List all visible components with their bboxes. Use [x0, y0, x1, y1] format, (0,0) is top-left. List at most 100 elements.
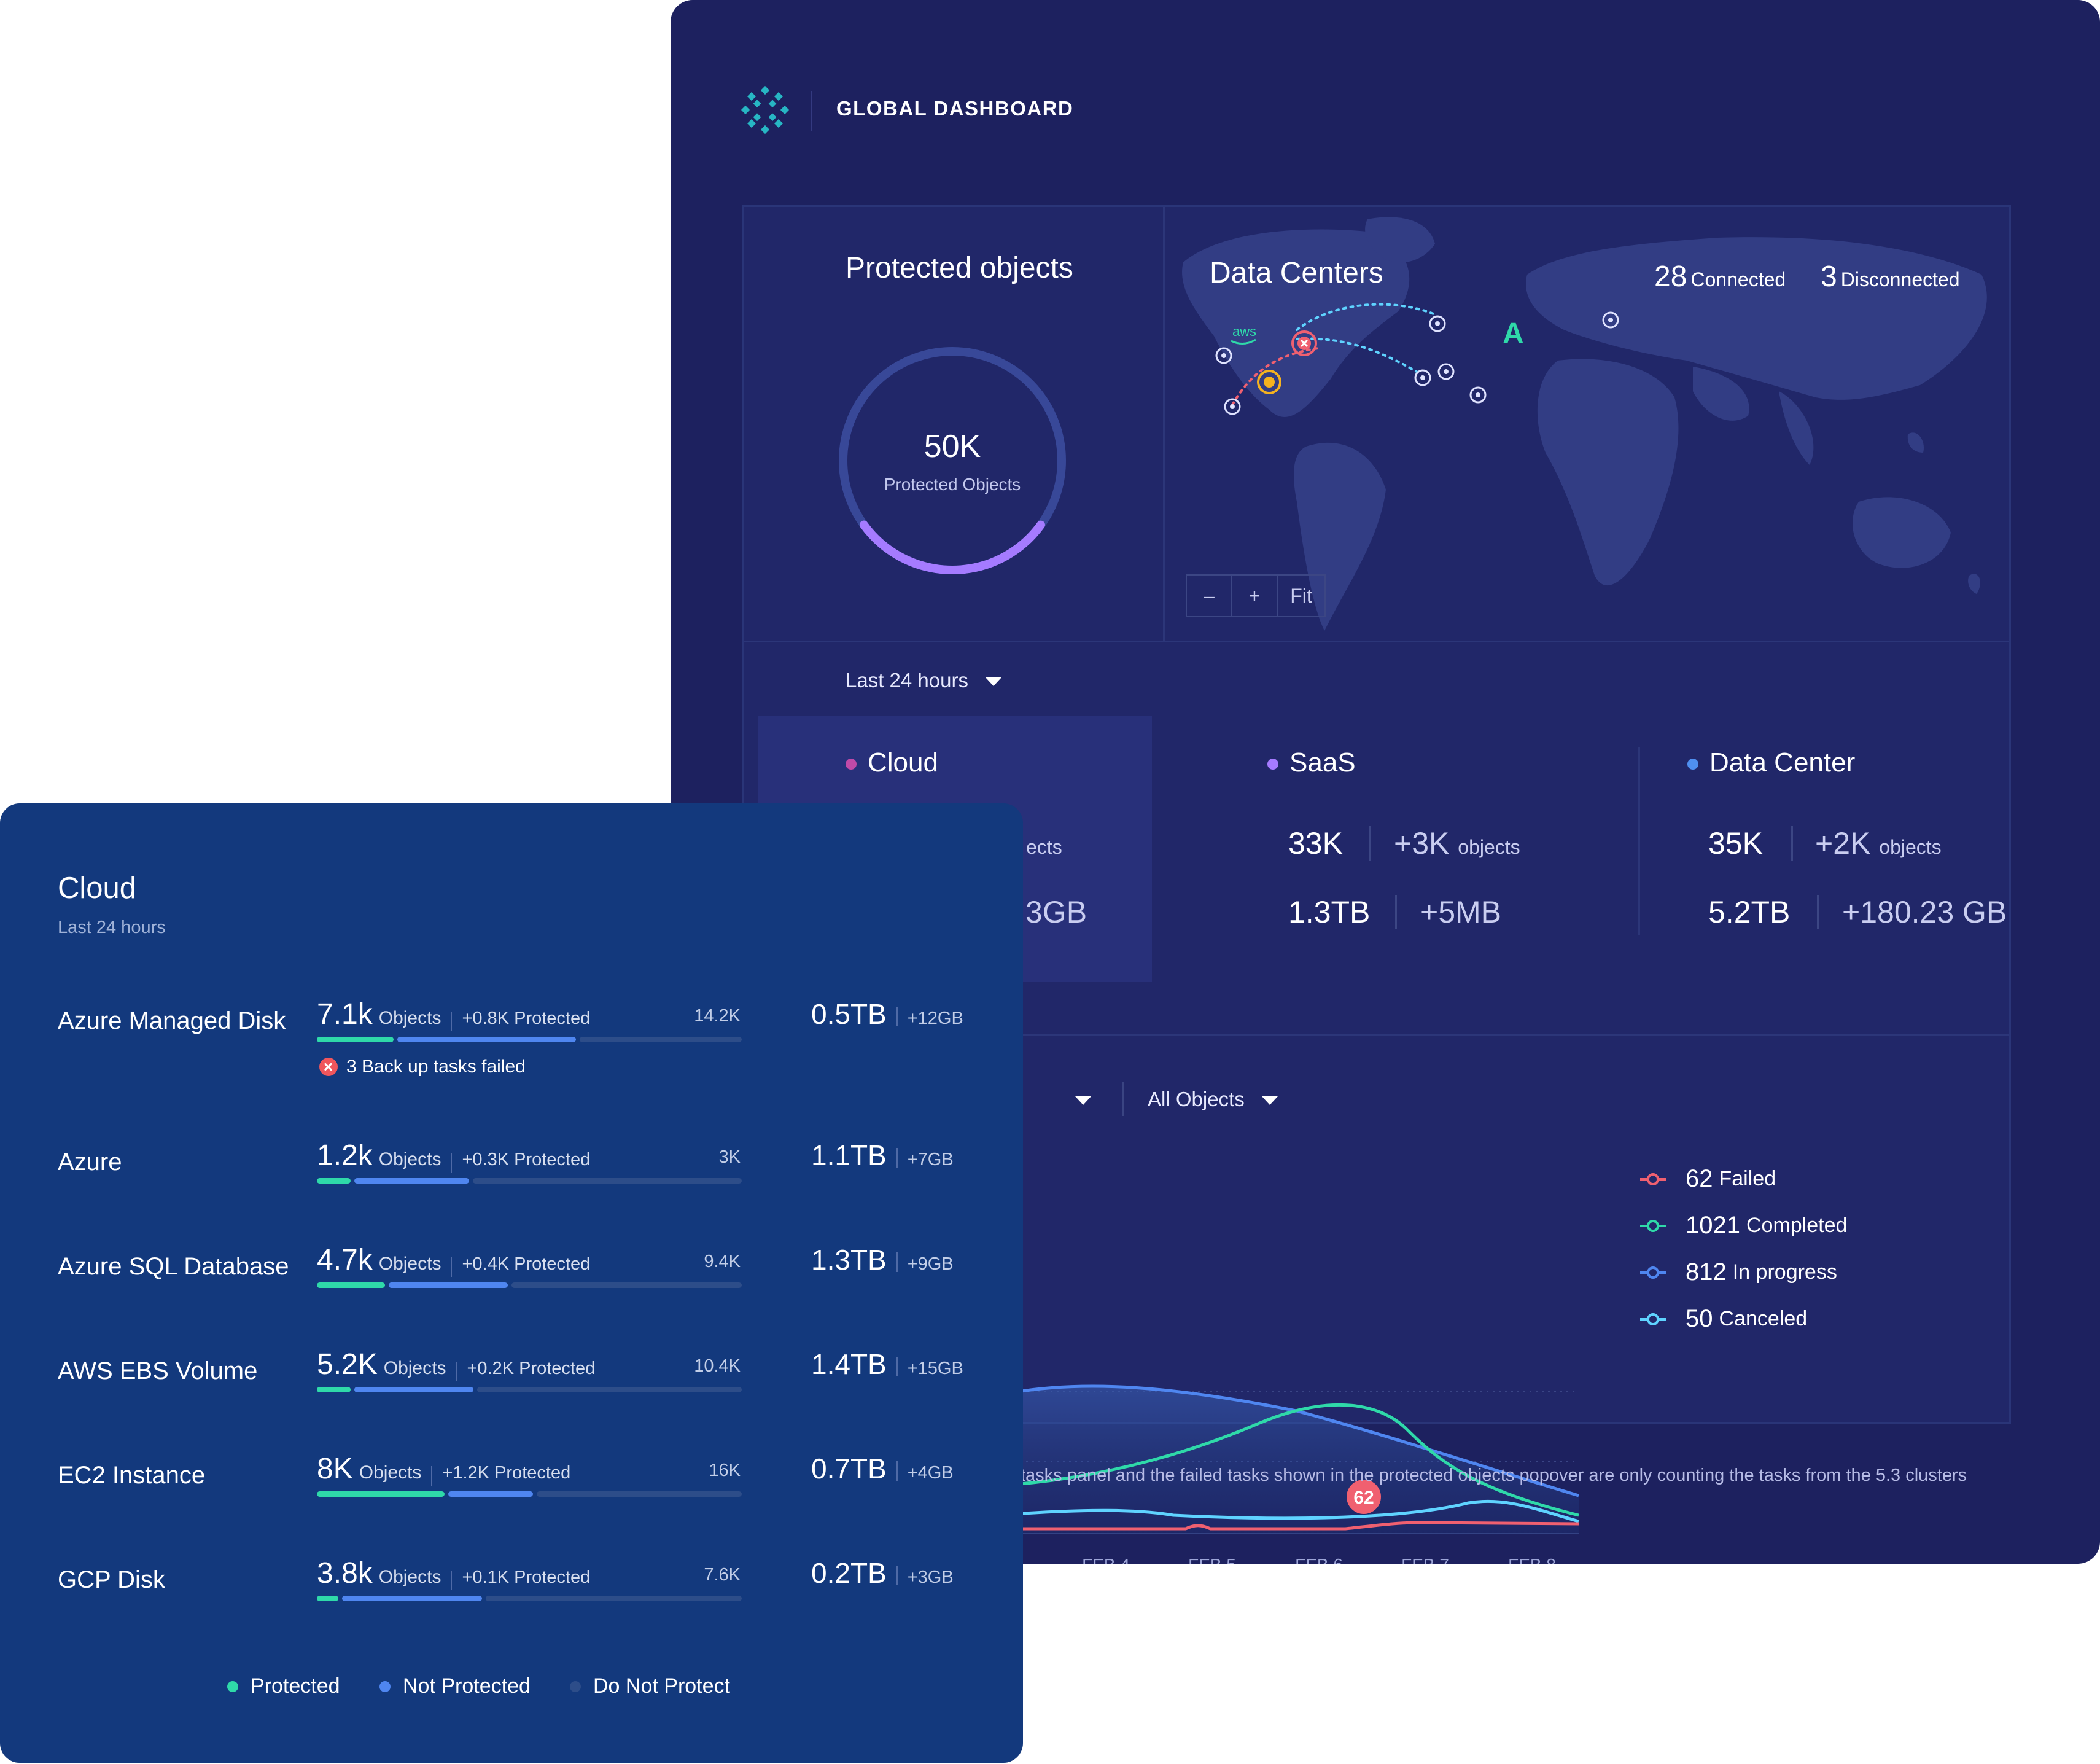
objects-label: Objects: [359, 1462, 422, 1483]
cloud-row[interactable]: AWS EBS Volume 5.2K Objects +0.2K Protected…: [0, 1338, 1023, 1411]
protection-bar: [317, 1178, 742, 1184]
legend-item: Protected: [227, 1674, 340, 1698]
time-filter-dropdown[interactable]: Last 24 hours: [846, 669, 1001, 692]
legend-label: Protected: [251, 1674, 340, 1698]
bar-protected: [317, 1282, 385, 1288]
cloud-row[interactable]: GCP Disk 3.8k Objects +0.1K Protected 7.6K 0.…: [0, 1547, 1023, 1620]
cloud-row[interactable]: Azure SQL Database 4.7k Objects +0.4K Prote…: [0, 1233, 1023, 1307]
saas-size: 1.3TB: [1288, 895, 1371, 929]
saas-count: 33K: [1288, 826, 1343, 861]
objects-max: 16K: [709, 1461, 741, 1480]
datacenter-size-delta: +180.23 GB: [1842, 895, 2007, 929]
legend-label: Failed: [1719, 1167, 1776, 1190]
zoom-fit-button[interactable]: Fit: [1278, 576, 1324, 616]
datacenter-marker[interactable]: [1414, 369, 1431, 386]
divider: [451, 1011, 453, 1031]
row-name: EC2 Instance: [58, 1462, 206, 1489]
objects-count: 5.2K: [317, 1348, 378, 1381]
protected-delta: +0.3K Protected: [462, 1150, 591, 1169]
bar-do-not-protect: [486, 1596, 742, 1601]
cloud-category-label: Cloud: [868, 747, 938, 778]
cloud-row[interactable]: Azure Managed Disk 7.1k Objects +0.8K Prote…: [0, 988, 1023, 1077]
row-objects: 5.2K Objects +0.2K Protected: [317, 1348, 595, 1381]
row-size: 0.5TB +12GB: [811, 997, 963, 1031]
divider: [896, 1356, 898, 1376]
error-message[interactable]: 3 Back up tasks failed: [319, 1056, 526, 1077]
x-tick-label: FEB 7: [1401, 1555, 1449, 1564]
chevron-down-icon: [1261, 1096, 1278, 1106]
chart-filter-dropdown[interactable]: [1075, 1088, 1091, 1111]
error-text: 3 Back up tasks failed: [346, 1056, 526, 1077]
protection-bar: [317, 1596, 742, 1601]
cloud-row[interactable]: Azure 1.2k Objects +0.3K Protected 3K 1.1TB +7…: [0, 1129, 1023, 1203]
size-value: 1.4TB: [811, 1348, 887, 1380]
cloud-panel: Cloud Last 24 hours Azure Managed Disk 7.…: [0, 803, 1023, 1763]
size-value: 0.5TB: [811, 998, 887, 1030]
protected-label: Protected Objects: [884, 475, 1021, 494]
datacenter-marker[interactable]: [1469, 386, 1487, 404]
saas-dot: [1267, 759, 1278, 770]
size-increase: +15GB: [907, 1359, 963, 1378]
row-objects: 7.1k Objects +0.8K Protected: [317, 997, 590, 1031]
objects-count: 3.8k: [317, 1557, 373, 1590]
objects-count: 7.1k: [317, 998, 373, 1031]
saas-size-delta: +5MB: [1420, 895, 1502, 929]
saas-category-title[interactable]: SaaS: [1267, 747, 1356, 778]
objects-filter-dropdown[interactable]: All Objects: [1148, 1088, 1278, 1111]
protected-objects-title: Protected objects: [846, 252, 1073, 284]
objects-count: 4.7k: [317, 1244, 373, 1276]
datacenter-category-title[interactable]: Data Center: [1687, 747, 1855, 778]
chevron-down-icon: [1075, 1096, 1091, 1106]
legend-count: 1021: [1686, 1212, 1740, 1239]
protection-bar: [317, 1037, 742, 1042]
divider: [896, 1006, 898, 1026]
datacenter-size: 5.2TB: [1708, 895, 1791, 929]
zoom-in-button[interactable]: +: [1232, 576, 1278, 616]
bar-protected: [317, 1596, 338, 1601]
row-objects: 8K Objects +1.2K Protected: [317, 1452, 570, 1486]
objects-max: 14.2K: [694, 1006, 741, 1026]
map-zoom-controls: – + Fit: [1186, 574, 1326, 617]
objects-label: Objects: [378, 1008, 441, 1028]
bar-do-not-protect: [477, 1387, 742, 1392]
datacenter-marker[interactable]: [1224, 398, 1241, 415]
cloud-category-title[interactable]: Cloud: [846, 747, 938, 778]
legend-item[interactable]: 812 In progress: [1640, 1259, 1837, 1286]
objects-count: 8K: [317, 1453, 353, 1485]
legend-item[interactable]: 62 Failed: [1640, 1165, 1776, 1193]
x-tick-label: FEB 4: [1082, 1555, 1130, 1564]
protected-delta: +0.8K Protected: [462, 1009, 591, 1028]
bar-protected: [317, 1387, 351, 1392]
cloud-size-delta: 3GB: [1025, 895, 1087, 929]
protected-delta: +0.1K Protected: [462, 1567, 591, 1587]
size-increase: +9GB: [907, 1254, 954, 1274]
azure-icon: A: [1503, 318, 1524, 350]
legend-dot: [379, 1680, 391, 1692]
svg-text:A: A: [1503, 318, 1524, 350]
time-filter-value: Last 24 hours: [846, 669, 968, 692]
x-tick-label: FEB 5: [1188, 1555, 1236, 1564]
stat-divider: [1791, 826, 1793, 861]
row-size: 1.3TB +9GB: [811, 1243, 954, 1276]
legend-count: 812: [1686, 1259, 1727, 1286]
divider: [431, 1465, 433, 1486]
legend-item: Not Protected: [379, 1674, 531, 1698]
bar-do-not-protect: [537, 1491, 742, 1497]
legend-item[interactable]: 1021 Completed: [1640, 1212, 1847, 1239]
svg-text:aws: aws: [1232, 324, 1256, 339]
protected-delta: +1.2K Protected: [442, 1463, 571, 1483]
divider: [896, 1461, 898, 1481]
legend-label: Do Not Protect: [593, 1674, 730, 1698]
protected-delta: +0.2K Protected: [467, 1359, 596, 1378]
filter-divider: [1122, 1082, 1124, 1116]
bar-not-protected: [354, 1387, 473, 1392]
legend-count: 50: [1686, 1305, 1713, 1332]
zoom-out-button[interactable]: –: [1187, 576, 1232, 616]
objects-max: 10.4K: [694, 1356, 741, 1376]
legend-item[interactable]: 50 Canceled: [1640, 1305, 1807, 1333]
cloud-row[interactable]: EC2 Instance 8K Objects +1.2K Protected 16K 0…: [0, 1442, 1023, 1516]
objects-max: 7.6K: [704, 1565, 741, 1585]
stat-divider: [1395, 895, 1397, 929]
datacenter-marker[interactable]: [1437, 363, 1455, 380]
datacenter-marker[interactable]: [1429, 315, 1446, 332]
